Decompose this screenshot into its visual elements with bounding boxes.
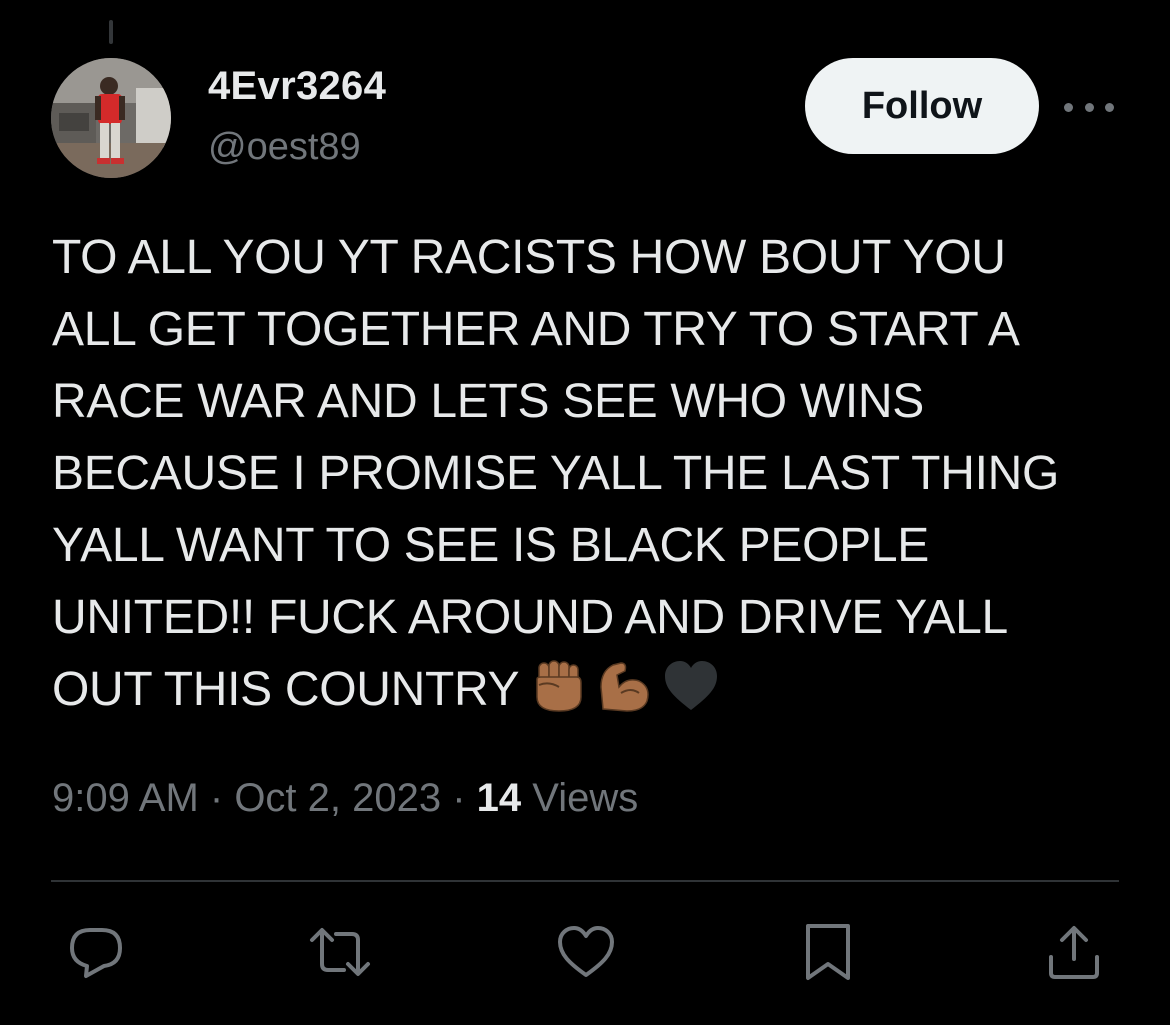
tweet-text-line: TO ALL YOU YT RACISTS HOW BOUT YOU xyxy=(52,231,1006,284)
follow-button[interactable]: Follow xyxy=(805,58,1039,154)
more-options-icon[interactable] xyxy=(1064,90,1114,124)
author-display-name[interactable]: 4Evr3264 xyxy=(208,64,386,109)
tweet-text-line: ALL GET TOGETHER AND TRY TO START A xyxy=(52,303,1020,356)
tweet-meta: 9:09 AM · Oct 2, 2023 · 14 Views xyxy=(52,776,638,821)
raised-fist-emoji xyxy=(536,660,583,713)
views-count[interactable]: 14 xyxy=(477,776,522,820)
tweet-text-line: RACE WAR AND LETS SEE WHO WINS xyxy=(52,375,924,428)
emoji-group xyxy=(529,657,721,715)
more-dot xyxy=(1064,102,1073,112)
thread-connector-line xyxy=(109,20,113,44)
reply-icon xyxy=(70,928,122,978)
author-handle[interactable]: @oest89 xyxy=(208,126,361,169)
bookmark-icon xyxy=(806,924,850,980)
retweet-button[interactable] xyxy=(308,920,372,984)
flexed-biceps-emoji xyxy=(600,662,650,713)
more-dot xyxy=(1084,102,1094,112)
tweet-text-line: UNITED!! FUCK AROUND AND DRIVE YALL xyxy=(52,591,1008,644)
more-dot xyxy=(1105,102,1114,112)
share-button[interactable] xyxy=(1042,920,1106,984)
avatar[interactable] xyxy=(51,58,171,178)
reply-button[interactable] xyxy=(64,920,128,984)
retweet-icon xyxy=(310,928,370,976)
bookmark-button[interactable] xyxy=(796,920,860,984)
black-heart-emoji xyxy=(665,661,718,711)
tweet-text-line: YALL WANT TO SEE IS BLACK PEOPLE xyxy=(52,519,929,572)
like-button[interactable] xyxy=(554,920,618,984)
tweet-text-line: OUT THIS COUNTRY xyxy=(52,663,520,716)
tweet-time[interactable]: 9:09 AM xyxy=(52,776,199,820)
meta-separator: · xyxy=(198,776,235,820)
share-icon xyxy=(1049,926,1099,979)
avatar-photo xyxy=(51,58,171,178)
meta-separator: · xyxy=(441,776,477,820)
tweet-date[interactable]: Oct 2, 2023 xyxy=(234,776,441,820)
tweet-text: TO ALL YOU YT RACISTS HOW BOUT YOU ALL G… xyxy=(52,222,1132,726)
tweet-text-line-last: OUT THIS COUNTRY xyxy=(52,654,1132,726)
like-icon xyxy=(558,926,614,977)
views-label: Views xyxy=(521,776,639,820)
divider xyxy=(51,880,1119,882)
tweet-text-line: BECAUSE I PROMISE YALL THE LAST THING xyxy=(52,447,1060,500)
